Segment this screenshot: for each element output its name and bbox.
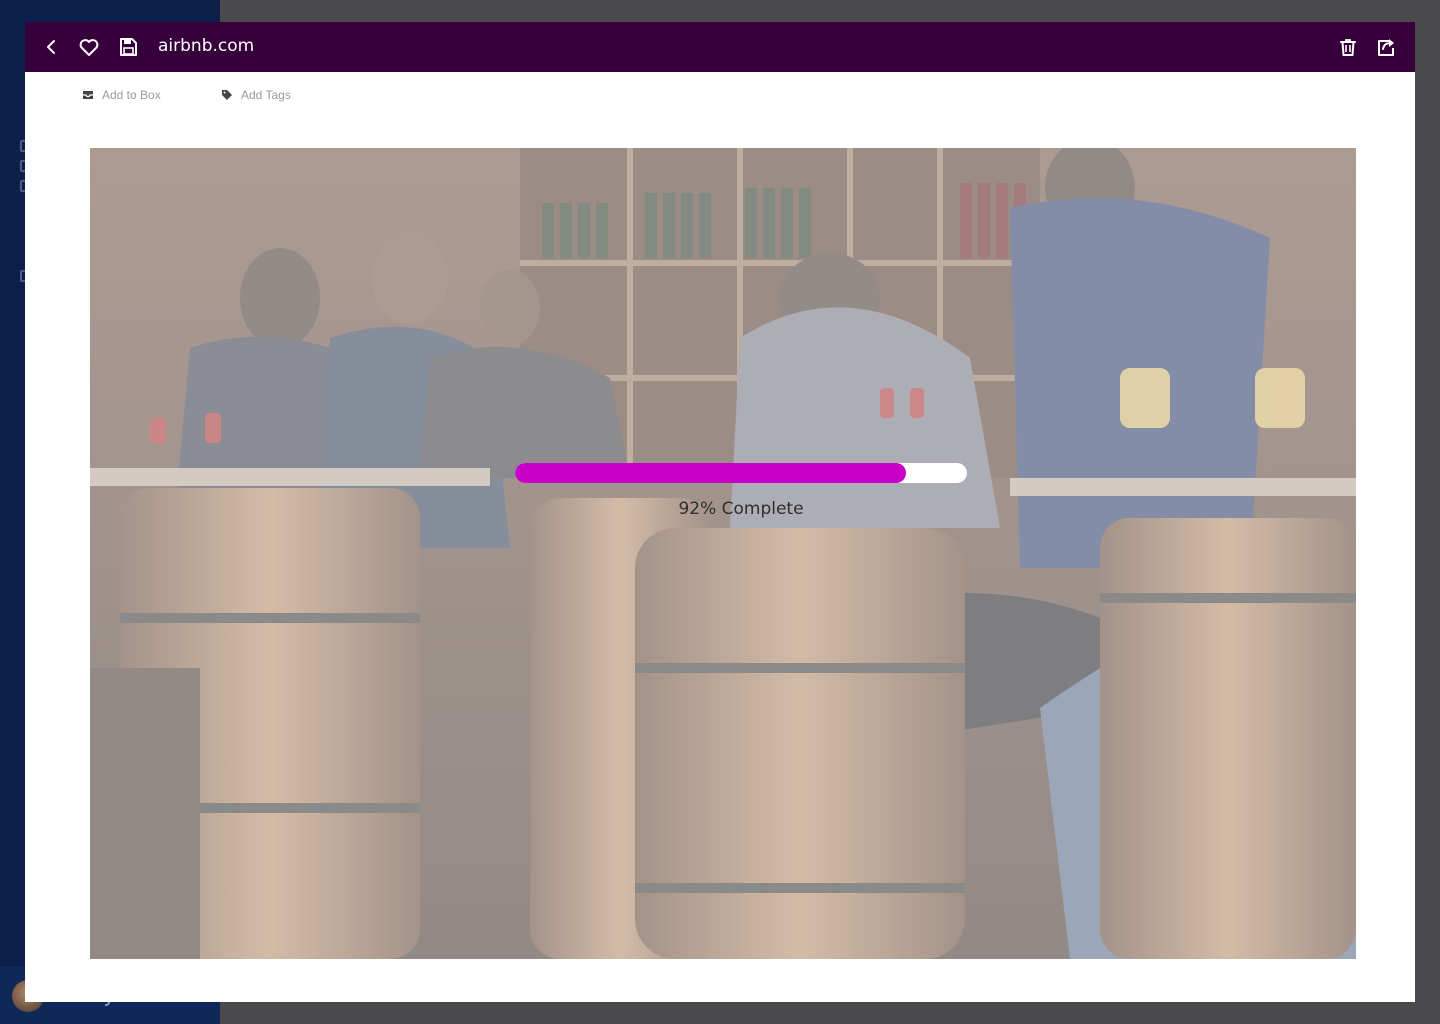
save-button[interactable] bbox=[116, 35, 140, 59]
inbox-icon bbox=[82, 90, 94, 100]
upload-progress: 92% Complete bbox=[515, 463, 967, 519]
source-url: airbnb.com bbox=[158, 36, 255, 56]
progress-track bbox=[515, 463, 967, 483]
add-tags-label: Add Tags bbox=[241, 88, 291, 102]
item-preview-image: 92% Complete bbox=[90, 148, 1356, 959]
share-icon bbox=[1374, 35, 1398, 59]
chevron-left-icon bbox=[39, 35, 63, 59]
floppy-disk-icon bbox=[116, 35, 140, 59]
image-dim-overlay bbox=[90, 148, 1356, 959]
progress-label: 92% Complete bbox=[678, 499, 804, 519]
share-button[interactable] bbox=[1374, 35, 1398, 59]
trash-icon bbox=[1336, 35, 1360, 59]
item-viewer-modal: airbnb.com Add to Box Add Tags 92% Compl… bbox=[25, 22, 1415, 1002]
heart-icon bbox=[77, 35, 101, 59]
add-to-box-label: Add to Box bbox=[102, 88, 161, 102]
add-tags-button[interactable]: Add Tags bbox=[221, 88, 291, 102]
viewer-toolbar: airbnb.com bbox=[25, 22, 1415, 72]
favorite-button[interactable] bbox=[77, 35, 101, 59]
add-to-box-button[interactable]: Add to Box bbox=[82, 88, 161, 102]
back-button[interactable] bbox=[39, 35, 63, 59]
tag-icon bbox=[221, 89, 233, 101]
progress-fill bbox=[515, 463, 906, 483]
delete-button[interactable] bbox=[1336, 35, 1360, 59]
